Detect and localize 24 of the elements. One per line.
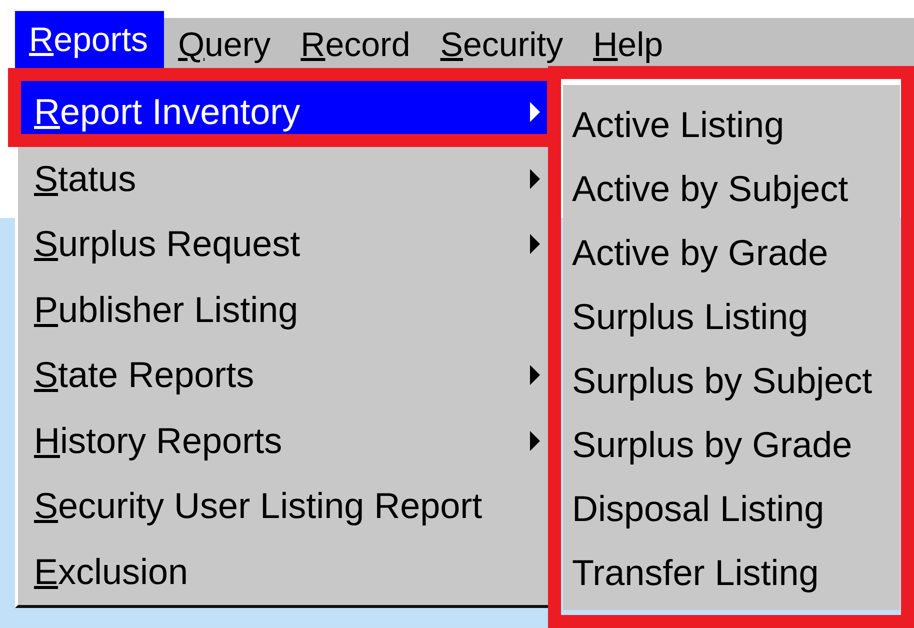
menu-item[interactable]: State Reports [18, 342, 550, 408]
menu-item[interactable]: Active by Grade [563, 221, 900, 285]
menu-item[interactable]: Disposal Listing [563, 477, 900, 541]
menu-item[interactable]: Status [18, 146, 550, 212]
menu-item[interactable]: History Reports [18, 408, 550, 474]
menu-item[interactable]: Security User Listing Report [18, 474, 550, 539]
menu-item[interactable]: Surplus by Subject [563, 349, 900, 413]
menu-item[interactable]: Surplus Request [18, 212, 550, 277]
submenu-arrow-icon [530, 430, 540, 451]
menu-bar-item[interactable]: Help [579, 17, 680, 77]
menu-item[interactable]: Publisher Listing [18, 277, 550, 342]
submenu-arrow-icon [530, 102, 540, 122]
menu-item[interactable]: Active Listing [563, 93, 900, 157]
menu-bar-item[interactable]: Query [164, 17, 287, 77]
menu-item[interactable]: Transfer Listing [563, 541, 900, 605]
menu-item[interactable]: Surplus Listing [563, 285, 900, 349]
menu-item[interactable]: Exclusion [18, 539, 550, 604]
menu-item[interactable]: Active by Subject [563, 157, 900, 221]
menu-bar-item[interactable]: Security [426, 17, 580, 77]
submenu-arrow-icon [530, 168, 540, 189]
submenu-arrow-icon [530, 365, 540, 386]
submenu-arrow-icon [530, 234, 540, 254]
menu-bar-item[interactable]: Record [286, 17, 426, 77]
menu-item[interactable]: Surplus by Grade [563, 413, 900, 477]
